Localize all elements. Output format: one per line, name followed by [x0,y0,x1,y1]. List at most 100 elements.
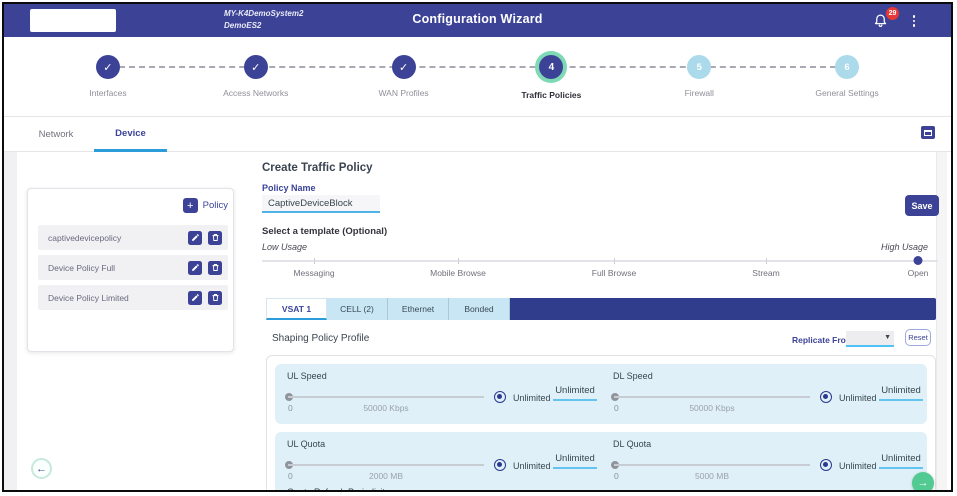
slider-max-value: 50000 Kbps [363,403,408,413]
low-usage-label: Low Usage [262,242,307,252]
delete-policy-button[interactable] [208,261,222,275]
tab-device[interactable]: Device [94,117,167,152]
notification-count-badge[interactable]: 29 [886,7,899,20]
app-window: MY-K4DemoSystem2 DemoES2 Configuration W… [2,2,953,492]
template-option-open[interactable]: Open [908,268,929,278]
ul-speed-label: UL Speed [287,371,327,381]
template-option-mobile-browse[interactable]: Mobile Browse [430,268,486,278]
slider-min-value: 0 [614,403,619,413]
tab-cell[interactable]: CELL (2) [327,298,388,320]
next-button[interactable] [912,472,934,492]
edit-policy-button[interactable] [188,231,202,245]
high-usage-label: High Usage [881,242,928,252]
ul-speed-value-input[interactable]: Unlimited [553,385,597,401]
policy-row[interactable]: Device Policy Full [38,255,228,280]
step-label: WAN Profiles [378,88,428,98]
policy-row[interactable]: captivedevicepolicy [38,225,228,250]
unlimited-radio-label: Unlimited [839,393,877,403]
shaping-panel: UL Speed 0 50000 Kbps Unlimited Unlimite… [266,355,936,492]
overflow-menu-button[interactable] [909,13,919,29]
slider-track[interactable] [288,464,484,466]
trash-icon [211,263,220,272]
speed-card: UL Speed 0 50000 Kbps Unlimited Unlimite… [275,364,927,424]
step-number: 6 [835,55,859,79]
delete-policy-button[interactable] [208,231,222,245]
slider-min-value: 0 [614,471,619,481]
ul-quota-label: UL Quota [287,439,325,449]
unlimited-radio-label: Unlimited [839,461,877,471]
tab-ethernet[interactable]: Ethernet [388,298,449,320]
step-label: Interfaces [89,88,126,98]
step-general-settings[interactable]: 6 General Settings [773,37,921,116]
pencil-icon [191,263,200,272]
edit-policy-button[interactable] [188,291,202,305]
step-label: Firewall [685,88,714,98]
step-firewall[interactable]: 5 Firewall [625,37,773,116]
unlimited-radio[interactable] [820,391,832,403]
tab-bonded[interactable]: Bonded [449,298,510,320]
step-label: Traffic Policies [521,90,581,100]
dl-speed-label: DL Speed [613,371,653,381]
slider-thumb[interactable] [913,256,922,265]
policy-name: Device Policy Limited [38,293,188,303]
pencil-icon [191,293,200,302]
expand-panel-icon[interactable] [921,126,935,139]
dl-quota-label: DL Quota [613,439,651,449]
policy-name-input[interactable] [262,195,380,213]
plus-icon [183,198,198,213]
dl-quota-section: DL Quota 0 5000 MB Unlimited Unlimited [601,432,927,492]
slider-max-value: 2000 MB [369,471,403,481]
step-access-networks[interactable]: Access Networks [182,37,330,116]
step-traffic-policies[interactable]: 4 Traffic Policies [477,37,625,116]
policy-name: Device Policy Full [38,263,188,273]
slider-track[interactable] [614,396,810,398]
slider-max-value: 50000 Kbps [689,403,734,413]
template-slider[interactable] [262,259,938,263]
ul-speed-section: UL Speed 0 50000 Kbps Unlimited Unlimite… [275,364,601,424]
unlimited-radio-label: Unlimited [513,393,551,403]
reset-button[interactable]: Reset [905,329,931,346]
tab-network[interactable]: Network [18,117,94,152]
template-option-stream[interactable]: Stream [752,268,779,278]
left-gutter [4,152,17,490]
section-title: Create Traffic Policy [262,162,373,174]
slider-track[interactable] [288,396,484,398]
slider-min-value: 0 [288,471,293,481]
notifications-button[interactable]: 29 [873,12,891,30]
add-policy-button[interactable]: Policy [183,198,228,213]
replicate-from-dropdown[interactable] [846,331,894,347]
back-button[interactable] [31,458,52,479]
edit-policy-button[interactable] [188,261,202,275]
step-number: 4 [539,55,563,79]
shaping-title: Shaping Policy Profile [272,333,369,344]
slider-track[interactable] [614,464,810,466]
slider-track[interactable] [262,260,938,262]
template-option-messaging[interactable]: Messaging [293,268,334,278]
policy-name: captivedevicepolicy [38,233,188,243]
template-option-full-browse[interactable]: Full Browse [592,268,636,278]
template-section-label: Select a template (Optional) [262,226,387,237]
save-button[interactable]: Save [905,195,939,216]
delete-policy-button[interactable] [208,291,222,305]
page-title: Configuration Wizard [4,12,951,26]
check-icon [96,55,120,79]
dl-quota-value-input[interactable]: Unlimited [879,453,923,469]
check-icon [392,55,416,79]
tab-vsat1[interactable]: VSAT 1 [266,298,327,320]
trash-icon [211,293,220,302]
quota-refresh-periodicity-label: Quota Refresh Periodicity [287,487,390,492]
interface-tabbar: VSAT 1 CELL (2) Ethernet Bonded [266,298,936,320]
unlimited-radio[interactable] [494,391,506,403]
ul-quota-value-input[interactable]: Unlimited [553,453,597,469]
ul-quota-section: UL Quota 0 2000 MB Unlimited Unlimited [275,432,601,492]
dl-speed-value-input[interactable]: Unlimited [879,385,923,401]
step-label: General Settings [815,88,878,98]
slider-min-value: 0 [288,403,293,413]
unlimited-radio[interactable] [494,459,506,471]
policy-row[interactable]: Device Policy Limited [38,285,228,310]
pencil-icon [191,233,200,242]
view-tabbar: Network Device [4,116,951,152]
step-wan-profiles[interactable]: WAN Profiles [330,37,478,116]
step-interfaces[interactable]: Interfaces [34,37,182,116]
unlimited-radio[interactable] [820,459,832,471]
